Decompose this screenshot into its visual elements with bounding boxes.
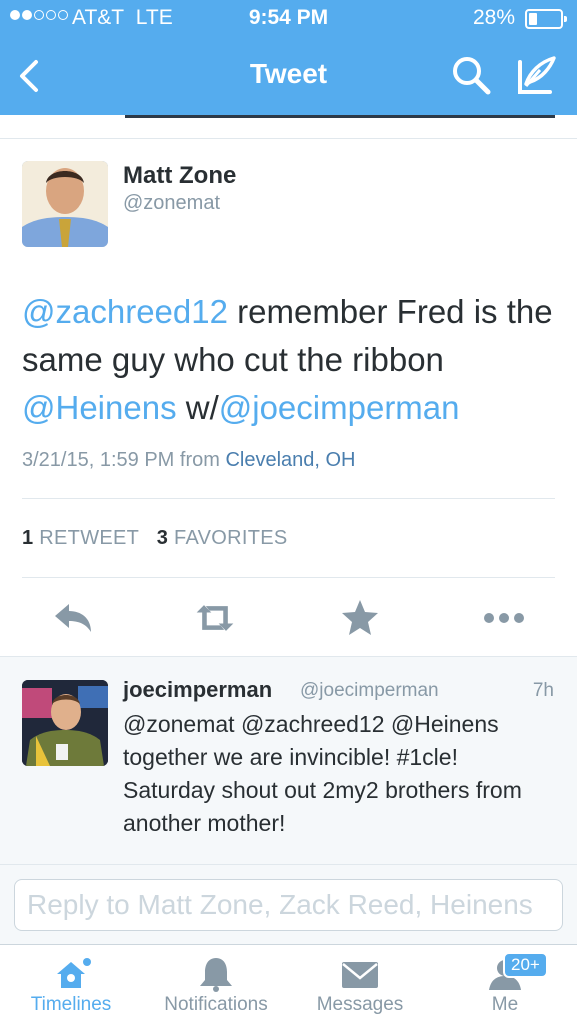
favorite-label[interactable]: FAVORITES	[174, 527, 287, 549]
search-icon[interactable]	[450, 54, 492, 96]
author-name[interactable]: Matt Zone	[123, 162, 236, 190]
envelope-icon	[342, 962, 378, 988]
reply-avatar[interactable]	[22, 680, 108, 766]
mention-link[interactable]: @zachreed12	[22, 293, 228, 330]
tab-timelines[interactable]: Timelines	[1, 950, 141, 1024]
favorite-count[interactable]: 3	[157, 527, 168, 549]
tweet-text: @zachreed12 remember Fred is the same gu…	[22, 288, 562, 432]
reply-author-handle[interactable]: @joecimperman	[300, 680, 439, 702]
tab-me-label: Me	[491, 994, 519, 1015]
top-bar: AT&T LTE 9:54 PM 28% Tweet	[0, 0, 577, 115]
tweet-location-link[interactable]: Cleveland, OH	[225, 449, 355, 471]
status-bar: AT&T LTE 9:54 PM 28%	[0, 0, 577, 38]
tweet-stats: 1 RETWEET 3 FAVORITES	[22, 527, 288, 550]
reply-timestamp: 7h	[532, 680, 554, 701]
reply-icon[interactable]	[51, 598, 95, 638]
tweet-text-segment: w/	[176, 389, 219, 426]
retweet-icon[interactable]	[193, 598, 237, 638]
tab-timelines-label: Timelines	[30, 994, 112, 1015]
reply-text: @zonemat @zachreed12 @Heinens together w…	[123, 711, 522, 836]
retweet-count[interactable]: 1	[22, 527, 33, 549]
more-icon[interactable]	[482, 598, 526, 638]
compose-icon[interactable]	[514, 54, 558, 96]
bell-icon	[200, 958, 232, 992]
me-badge: 20+	[503, 952, 548, 978]
divider	[22, 498, 555, 499]
reply-input[interactable]: Reply to Matt Zone, Zack Reed, Heinens	[14, 879, 563, 931]
tweet-date: 3/21/15, 1:59 PM from	[22, 449, 226, 471]
tab-notifications[interactable]: Notifications	[146, 950, 286, 1024]
tweet-meta: 3/21/15, 1:59 PM from Cleveland, OH	[22, 449, 356, 472]
tab-me[interactable]: 20+ Me	[435, 950, 575, 1024]
author-avatar[interactable]	[22, 161, 108, 247]
home-icon	[57, 958, 91, 988]
divider	[0, 138, 577, 139]
favorite-star-icon[interactable]	[338, 598, 382, 638]
reply-author-name[interactable]: joecimperman	[123, 677, 272, 703]
mention-link[interactable]: @Heinens	[22, 389, 177, 426]
author-handle[interactable]: @zonemat	[123, 192, 220, 215]
tab-messages-label: Messages	[316, 994, 404, 1015]
tab-messages[interactable]: Messages	[290, 950, 430, 1024]
battery-icon	[525, 9, 567, 29]
mention-link[interactable]: @joecimperman	[219, 389, 460, 426]
divider	[22, 577, 555, 578]
battery-percent: 28%	[472, 6, 515, 29]
previous-media-strip	[125, 115, 555, 118]
retweet-label[interactable]: RETWEET	[39, 527, 139, 549]
tab-notifications-label: Notifications	[164, 994, 268, 1015]
